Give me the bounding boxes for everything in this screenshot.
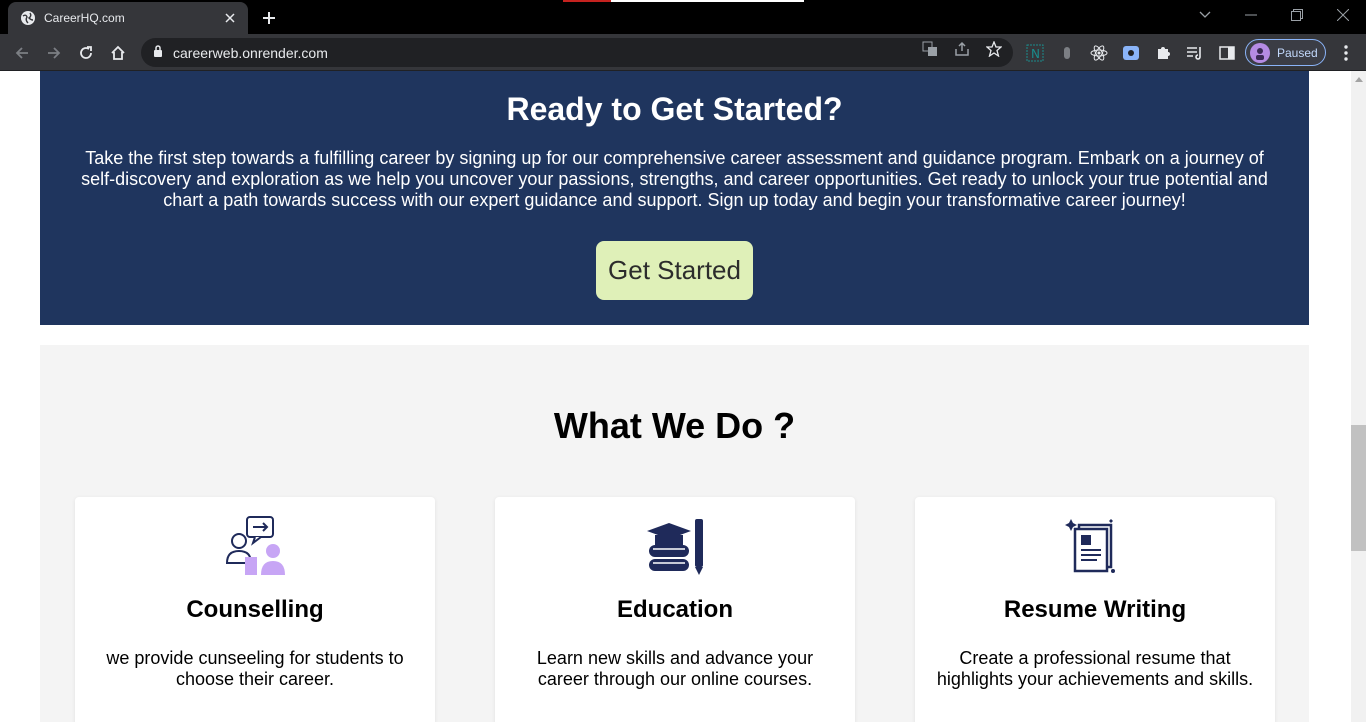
side-panel-icon[interactable]	[1217, 43, 1237, 63]
kebab-menu-icon[interactable]	[1336, 43, 1356, 63]
screen-recorder-icon[interactable]	[1121, 43, 1141, 63]
counselling-icon	[225, 515, 285, 577]
cta-description: Take the first step towards a fulfilling…	[81, 148, 1268, 210]
reading-list-icon[interactable]	[1185, 43, 1205, 63]
tab-strip: CareerHQ.com	[0, 0, 1366, 34]
url-text: careerweb.onrender.com	[173, 44, 328, 61]
react-devtools-icon[interactable]	[1089, 43, 1109, 63]
services-section: What We Do ? Counselling we provide cuns…	[40, 345, 1309, 722]
get-started-button[interactable]: Get Started	[596, 241, 753, 300]
restore-button[interactable]	[1274, 0, 1320, 30]
cta-section: Ready to Get Started? Take the first ste…	[40, 71, 1309, 325]
avatar	[1250, 42, 1270, 63]
new-tab-button[interactable]	[258, 7, 280, 29]
bookmark-star-icon[interactable]	[985, 40, 1003, 58]
card-title: Education	[616, 596, 733, 623]
lock-icon[interactable]	[153, 44, 163, 62]
minimize-button[interactable]	[1228, 0, 1274, 30]
indicator-bar	[563, 0, 611, 2]
card-text: Learn new skills and advance your career…	[536, 648, 814, 689]
card-title: Counselling	[186, 596, 324, 623]
card-title: Resume Writing	[1003, 596, 1187, 623]
extension-n-icon[interactable]: N	[1025, 43, 1045, 63]
education-icon	[645, 515, 705, 577]
home-button[interactable]	[104, 39, 132, 67]
cta-title: Ready to Get Started?	[506, 91, 843, 127]
tab-title: CareerHQ.com	[44, 11, 125, 25]
close-window-button[interactable]	[1320, 0, 1366, 30]
profile-status: Paused	[1277, 45, 1318, 60]
back-button[interactable]	[8, 39, 36, 67]
profile-button[interactable]: Paused	[1245, 39, 1326, 66]
browser-tab[interactable]: CareerHQ.com	[8, 2, 248, 34]
service-card-education: Education Learn new skills and advance y…	[495, 497, 855, 722]
extension-capsule-icon[interactable]	[1057, 43, 1077, 63]
services-title: What We Do ?	[553, 405, 796, 446]
address-bar[interactable]: careerweb.onrender.com	[141, 38, 1013, 67]
tab-search-icon[interactable]	[1182, 0, 1228, 30]
browser-toolbar: careerweb.onrender.com N Paused	[0, 34, 1366, 71]
card-text: we provide cunseeling for students to ch…	[106, 648, 404, 689]
share-icon[interactable]	[953, 40, 971, 58]
web-page: Ready to Get Started? Take the first ste…	[0, 71, 1351, 722]
reload-button[interactable]	[72, 39, 100, 67]
resume-icon	[1065, 515, 1125, 577]
close-tab-icon[interactable]	[222, 10, 238, 26]
scroll-up-arrow-icon[interactable]	[1351, 71, 1366, 87]
page-scrollbar[interactable]	[1351, 71, 1366, 722]
translate-icon[interactable]	[921, 40, 939, 58]
card-text: Create a professional resume that highli…	[936, 648, 1254, 689]
extensions-puzzle-icon[interactable]	[1153, 43, 1173, 63]
indicator-bar	[611, 0, 804, 2]
service-card-resume: Resume Writing Create a professional res…	[915, 497, 1275, 722]
svg-text:N: N	[1031, 47, 1040, 61]
globe-icon	[20, 10, 36, 26]
scrollbar-thumb[interactable]	[1351, 425, 1366, 551]
forward-button[interactable]	[40, 39, 68, 67]
service-card-counselling: Counselling we provide cunseeling for st…	[75, 497, 435, 722]
